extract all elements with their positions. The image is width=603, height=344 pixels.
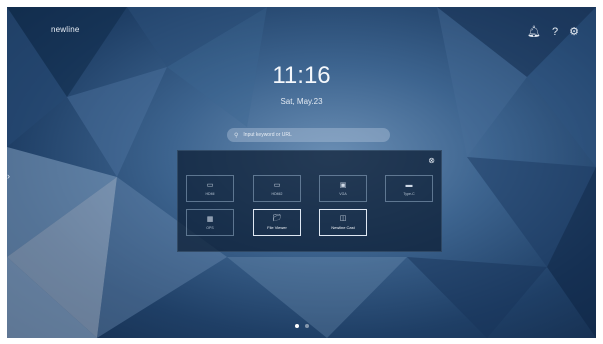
home-screen: newline 🔔︎ ? ⚙ 11:16 Sat, May.23 ⚲ › ⊗ ▭… xyxy=(7,7,596,338)
ops-icon: ▦ xyxy=(206,215,214,223)
top-toolbar: 🔔︎ ? ⚙ xyxy=(527,27,579,38)
source-tile-ops[interactable]: ▦ OPS xyxy=(186,209,234,236)
clock-date: Sat, May.23 xyxy=(280,97,323,106)
folder-icon: 📁︎ xyxy=(272,215,282,222)
source-label: VGA xyxy=(339,191,347,196)
page-dot-active[interactable] xyxy=(294,324,299,328)
hdmi-icon: ▭ xyxy=(206,181,214,189)
source-label: Newline Cast xyxy=(331,225,355,230)
source-tile-file-viewer[interactable]: 📁︎ File Viewer xyxy=(253,209,301,236)
source-tile-vga[interactable]: ▣ VGA xyxy=(319,175,367,202)
source-label: OPS xyxy=(206,225,214,230)
source-label: HDMI2 xyxy=(271,191,283,196)
close-icon[interactable]: ⊗ xyxy=(428,156,435,165)
hdmi-icon: ▭ xyxy=(273,181,281,189)
source-tile-type-c[interactable]: ▬ Type-C xyxy=(385,175,433,202)
search-icon: ⚲ xyxy=(234,132,239,139)
clock-time: 11:16 xyxy=(272,62,331,89)
source-tile-newline-cast[interactable]: ◫ Newline Cast xyxy=(319,209,367,236)
usb-c-icon: ▬ xyxy=(405,181,413,189)
page-dot[interactable] xyxy=(304,324,309,328)
help-icon[interactable]: ? xyxy=(552,27,558,38)
page-indicator xyxy=(7,324,596,328)
search-input[interactable] xyxy=(243,132,374,138)
brand-logo: newline xyxy=(51,25,80,34)
side-drawer-arrow-icon[interactable]: › xyxy=(7,171,10,181)
source-label: File Viewer xyxy=(267,225,287,230)
source-panel: ⊗ ▭ HDMI ▭ HDMI2 ▣ VGA ▬ Type-C ▦ OPS 📁︎… xyxy=(177,150,442,252)
search-bar[interactable]: ⚲ xyxy=(227,128,390,142)
vga-icon: ▣ xyxy=(339,181,347,189)
source-tile-hdmi2[interactable]: ▭ HDMI2 xyxy=(253,175,301,202)
settings-icon[interactable]: ⚙ xyxy=(569,27,579,38)
source-label: HDMI xyxy=(205,191,215,196)
source-label: Type-C xyxy=(403,191,415,196)
source-tile-hdmi[interactable]: ▭ HDMI xyxy=(186,175,234,202)
bell-icon[interactable]: 🔔︎ xyxy=(527,27,541,38)
cast-icon: ◫ xyxy=(339,215,347,222)
